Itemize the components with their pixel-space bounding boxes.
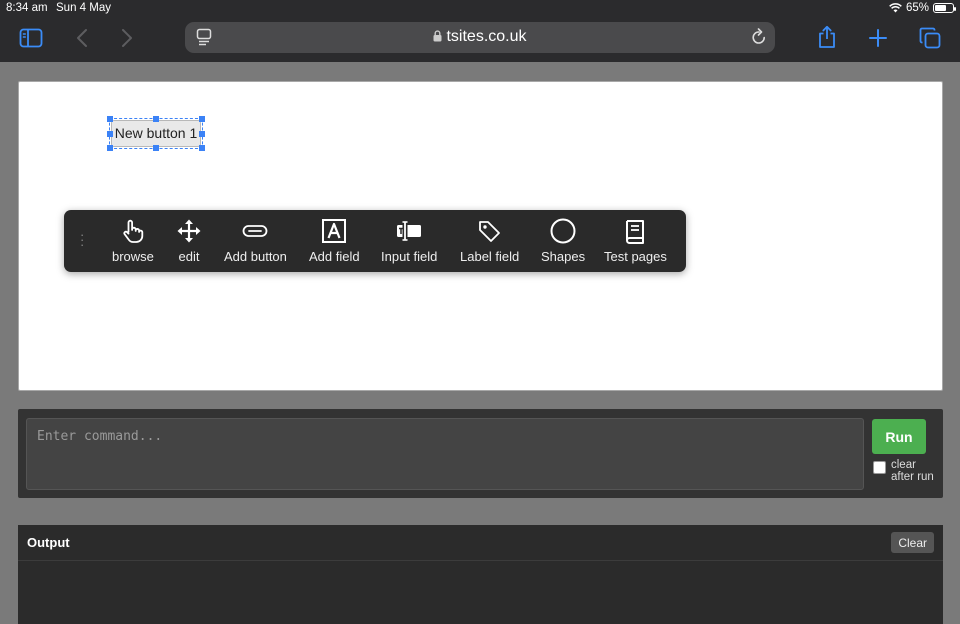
tag-icon bbox=[478, 221, 500, 242]
share-icon[interactable] bbox=[813, 23, 841, 51]
run-button[interactable]: Run bbox=[872, 419, 926, 454]
new-button-element[interactable]: New button 1 bbox=[111, 120, 201, 147]
clear-after-run-label: clear after run bbox=[891, 459, 934, 483]
tool-label: Test pages bbox=[604, 249, 667, 264]
tool-label: browse bbox=[112, 249, 154, 264]
text-box-a-icon bbox=[322, 219, 347, 243]
battery-icon bbox=[933, 3, 956, 13]
browser-chrome: 8:34 am Sun 4 May 65% tsites.co.uk bbox=[0, 0, 960, 62]
hand-pointer-icon bbox=[123, 219, 144, 243]
lock-icon bbox=[433, 30, 442, 42]
tool-label-field[interactable]: Label field bbox=[460, 218, 519, 264]
drag-grip-icon[interactable]: · · · bbox=[80, 228, 84, 251]
resize-handle-tl[interactable] bbox=[107, 116, 113, 122]
tool-label: Input field bbox=[381, 249, 438, 264]
text-input-icon bbox=[397, 221, 422, 241]
floating-toolbar: · · · browse edit Add button Add field Inp… bbox=[64, 210, 686, 272]
address-bar[interactable]: tsites.co.uk bbox=[185, 22, 775, 53]
output-header: Output Clear bbox=[18, 525, 943, 561]
move-arrows-icon bbox=[177, 219, 201, 243]
status-date: Sun 4 May bbox=[56, 2, 111, 14]
resize-handle-t[interactable] bbox=[153, 116, 159, 122]
resize-handle-l[interactable] bbox=[107, 131, 113, 137]
battery-fill bbox=[935, 5, 946, 11]
tool-input-field[interactable]: Input field bbox=[381, 218, 437, 264]
tool-add-field[interactable]: Add field bbox=[309, 218, 360, 264]
url-display[interactable]: tsites.co.uk bbox=[185, 28, 775, 46]
status-bar: 8:34 am Sun 4 May 65% bbox=[0, 0, 960, 18]
resize-handle-bl[interactable] bbox=[107, 145, 113, 151]
sidebar-icon[interactable] bbox=[17, 24, 45, 52]
button-shape-icon bbox=[243, 225, 268, 237]
tool-label: Add button bbox=[224, 249, 287, 264]
tool-label: edit bbox=[178, 249, 200, 264]
wifi-icon bbox=[889, 3, 902, 13]
tabs-icon[interactable] bbox=[916, 24, 944, 52]
book-icon bbox=[626, 220, 645, 244]
new-tab-icon[interactable] bbox=[864, 24, 892, 52]
tool-label: Shapes bbox=[541, 249, 586, 264]
status-right: 65% bbox=[889, 2, 956, 14]
resize-handle-r[interactable] bbox=[199, 131, 205, 137]
reload-icon[interactable] bbox=[751, 28, 767, 51]
forward-icon[interactable] bbox=[113, 24, 141, 52]
tool-label: Add field bbox=[309, 249, 360, 264]
circle-icon bbox=[550, 218, 576, 244]
resize-handle-b[interactable] bbox=[153, 145, 159, 151]
resize-handle-tr[interactable] bbox=[199, 116, 205, 122]
command-panel: Run clear after run bbox=[18, 409, 943, 498]
status-time: 8:34 am bbox=[6, 2, 48, 14]
tool-add-button[interactable]: Add button bbox=[224, 218, 287, 264]
design-canvas[interactable]: New button 1 · · · browse edit Add button … bbox=[18, 81, 943, 391]
tool-shapes[interactable]: Shapes bbox=[541, 218, 585, 264]
tool-edit[interactable]: edit bbox=[176, 218, 202, 264]
clear-after-run-checkbox[interactable] bbox=[873, 461, 886, 474]
output-title: Output bbox=[27, 535, 70, 550]
back-icon[interactable] bbox=[68, 24, 96, 52]
url-text: tsites.co.uk bbox=[446, 28, 527, 45]
output-panel: Output Clear bbox=[18, 525, 943, 624]
tool-label: Label field bbox=[460, 249, 520, 264]
tool-browse[interactable]: browse bbox=[112, 218, 154, 264]
command-input[interactable] bbox=[26, 418, 864, 490]
battery-percent: 65% bbox=[905, 2, 929, 14]
tool-test-pages[interactable]: Test pages bbox=[604, 218, 667, 264]
resize-handle-br[interactable] bbox=[199, 145, 205, 151]
clear-output-button[interactable]: Clear bbox=[891, 532, 934, 553]
